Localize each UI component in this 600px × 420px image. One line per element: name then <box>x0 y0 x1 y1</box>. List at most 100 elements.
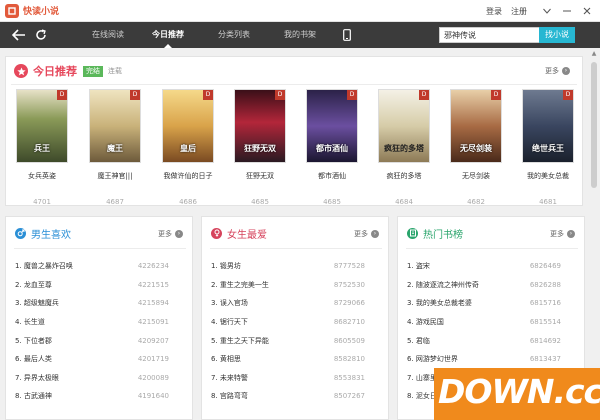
rank-number: 2. <box>15 280 22 289</box>
tab-serializing[interactable]: 连载 <box>108 66 122 76</box>
login-link[interactable]: 登录 <box>486 6 502 17</box>
search-input[interactable] <box>439 27 539 43</box>
tab-today-recommend[interactable]: 今日推荐 <box>140 22 196 48</box>
watermark-text: DOWN.cc <box>438 372 600 411</box>
rank-number: 7. <box>407 373 414 382</box>
book-title[interactable]: 下位者郡 <box>24 337 52 345</box>
rank-number: 3. <box>211 299 218 308</box>
list-item[interactable]: 6. 网游梦幻世界 6813437 <box>407 350 561 369</box>
book-count: 4686 <box>179 198 197 206</box>
book-card[interactable]: D 狂野无双 狂野无双 4685 <box>232 89 288 206</box>
list-item[interactable]: 8. 古武通神 4191640 <box>15 387 169 406</box>
list-item[interactable]: 3. 我的美女总裁老婆 6815716 <box>407 294 561 313</box>
list-item[interactable]: 5. 重生之天下异能 8605509 <box>211 331 365 350</box>
book-title[interactable]: 黄相思 <box>220 355 241 363</box>
book-card[interactable]: D 疯狂的多塔 疯狂的多塔 4684 <box>376 89 432 206</box>
list-item[interactable]: 6. 最后人类 4201719 <box>15 350 169 369</box>
rank-number: 7. <box>211 373 218 382</box>
panel-header: 女生最爱 <box>211 226 267 241</box>
book-card[interactable]: D 兵王 女兵英姿 4701 <box>14 89 70 206</box>
book-title[interactable]: 龙血至尊 <box>24 281 52 289</box>
list-item[interactable]: 3. 误入官场 8729066 <box>211 294 365 313</box>
book-title[interactable]: 重生之天下异能 <box>220 337 269 345</box>
book-card[interactable]: D 都市酒仙 都市酒仙 4685 <box>304 89 360 206</box>
list-item[interactable]: 2. 重生之完美一生 8752530 <box>211 276 365 295</box>
list-item[interactable]: 1. 锻男坊 8777528 <box>211 257 365 276</box>
book-title[interactable]: 随波逐流之神州传奇 <box>416 281 479 289</box>
panel-more-link[interactable]: 更多 › <box>354 229 379 239</box>
tab-online-reading[interactable]: 在线阅读 <box>80 22 136 48</box>
ranking-list: 1. 魔兽之暴炸召唤 4226234 2. 龙血至尊 4221515 3. 超级魅魔… <box>15 257 169 406</box>
close-icon[interactable] <box>578 2 596 20</box>
book-title[interactable]: 超级魅魔兵 <box>24 299 59 307</box>
list-item[interactable]: 6. 黄相思 8582810 <box>211 350 365 369</box>
list-item[interactable]: 8. 宫路弯弯 8507267 <box>211 387 365 406</box>
register-link[interactable]: 注册 <box>511 6 527 17</box>
book-card[interactable]: D 绝世兵王 我的美女总裁 4681 <box>520 89 576 206</box>
book-name: 狂野无双 <box>246 172 274 180</box>
book-name: 女兵英姿 <box>28 172 56 180</box>
book-title[interactable]: 异界太极眼 <box>24 374 59 382</box>
book-title[interactable]: 宫路弯弯 <box>220 392 248 400</box>
scroll-thumb[interactable] <box>591 62 597 188</box>
book-title[interactable]: 君临 <box>416 337 430 345</box>
book-title[interactable]: 最后人类 <box>24 355 52 363</box>
book-title[interactable]: 我的美女总裁老婆 <box>416 299 472 307</box>
back-arrow-icon[interactable] <box>12 28 26 42</box>
list-item[interactable]: 7. 异界太极眼 4200089 <box>15 369 169 388</box>
panel-more-link[interactable]: 更多 › <box>158 229 183 239</box>
book-title[interactable]: 锻男坊 <box>220 262 241 270</box>
book-title[interactable]: 长生道 <box>24 318 45 326</box>
list-item[interactable]: 1. 魔兽之暴炸召唤 4226234 <box>15 257 169 276</box>
cover-title: 魔王 <box>107 144 123 153</box>
list-item[interactable]: 4. 锯行天下 8682710 <box>211 313 365 332</box>
book-title[interactable]: 盗宋 <box>416 262 430 270</box>
book-title[interactable]: 未来特警 <box>220 374 248 382</box>
scroll-up-icon[interactable]: ▲ <box>590 50 598 58</box>
list-item[interactable]: 3. 超级魅魔兵 4215894 <box>15 294 169 313</box>
book-title[interactable]: 重生之完美一生 <box>220 281 269 289</box>
list-item[interactable]: 5. 下位者郡 4209207 <box>15 331 169 350</box>
panel-more-link[interactable]: 更多 › <box>550 229 575 239</box>
dropdown-icon[interactable] <box>538 2 556 20</box>
tab-category-list[interactable]: 分类列表 <box>206 22 262 48</box>
book-title[interactable]: 锯行天下 <box>220 318 248 326</box>
book-icon <box>407 227 418 239</box>
list-item[interactable]: 2. 龙血至尊 4221515 <box>15 276 169 295</box>
panel-title: 热门书榜 <box>423 229 463 241</box>
more-label: 更多 <box>354 230 368 238</box>
book-title[interactable]: 古武通神 <box>24 392 52 400</box>
book-title[interactable]: 魔兽之暴炸召唤 <box>24 262 73 270</box>
list-item[interactable]: 1. 盗宋 6826469 <box>407 257 561 276</box>
list-item[interactable]: 7. 未来特警 8553831 <box>211 369 365 388</box>
minimize-icon[interactable] <box>558 2 576 20</box>
cover-title: 都市酒仙 <box>316 144 348 153</box>
book-title[interactable]: 误入官场 <box>220 299 248 307</box>
refresh-icon[interactable] <box>34 28 48 42</box>
search-button[interactable]: 找小说 <box>539 27 575 43</box>
book-card[interactable]: D 魔王 魔王神官||| 4687 <box>87 89 143 206</box>
bookmark-badge: D <box>491 90 501 100</box>
panel-title: 男生喜欢 <box>31 229 71 241</box>
rank-number: 7. <box>15 373 22 382</box>
tab-completed[interactable]: 完结 <box>83 65 103 77</box>
book-cover: D 都市酒仙 <box>306 89 358 163</box>
divider <box>210 248 382 249</box>
book-card[interactable]: D 无尽剑装 无尽剑装 4682 <box>448 89 504 206</box>
book-card[interactable]: D 皇后 我做许仙的日子 4686 <box>160 89 216 206</box>
list-item[interactable]: 4. 游戏民国 6815514 <box>407 313 561 332</box>
book-title[interactable]: 游戏民国 <box>416 318 444 326</box>
book-title[interactable]: 网游梦幻世界 <box>416 355 458 363</box>
mobile-phone-icon[interactable] <box>340 28 354 42</box>
vertical-scrollbar[interactable]: ▲ <box>588 48 600 420</box>
rank-number: 1. <box>15 262 22 271</box>
read-count: 4200089 <box>137 373 169 382</box>
read-count: 6815716 <box>529 299 561 308</box>
today-more-link[interactable]: 更多 › <box>545 66 570 76</box>
divider <box>406 248 578 249</box>
read-count: 4215894 <box>137 299 169 308</box>
tab-my-bookshelf[interactable]: 我的书架 <box>272 22 328 48</box>
list-item[interactable]: 2. 随波逐流之神州传奇 6826288 <box>407 276 561 295</box>
list-item[interactable]: 4. 长生道 4215091 <box>15 313 169 332</box>
list-item[interactable]: 5. 君临 6814692 <box>407 331 561 350</box>
